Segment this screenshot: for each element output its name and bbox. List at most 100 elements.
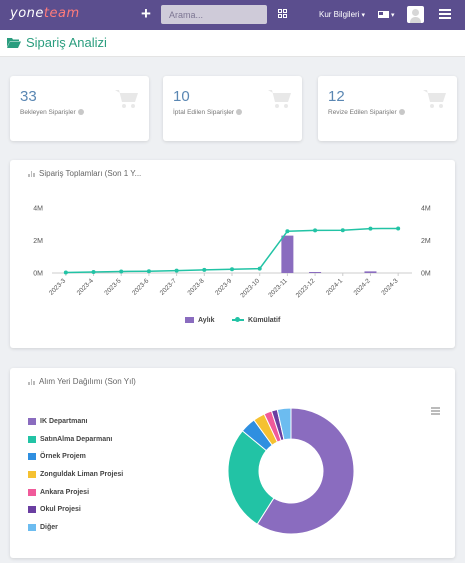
- y-tick-right: 2M: [421, 238, 431, 245]
- bar-chart-icon: [28, 378, 35, 385]
- y-tick-left: 2M: [33, 238, 43, 245]
- stat-value: 33: [20, 88, 37, 105]
- flag-icon: [378, 11, 389, 19]
- shopping-cart-icon: [268, 90, 291, 108]
- legend-monthly[interactable]: Aylık: [185, 317, 214, 324]
- top-navbar: yoneteam + Kur Bilgileri▾ ▾: [0, 0, 465, 30]
- chevron-down-icon: ▾: [361, 12, 365, 19]
- page-title: Sipariş Analizi: [26, 35, 107, 50]
- pie-legend-item[interactable]: Ankara Projesi: [28, 483, 123, 501]
- legend-label: Ankara Projesi: [40, 488, 90, 496]
- stat-card-cancelled[interactable]: 10 İptal Edilen Siparişler: [163, 76, 302, 141]
- cumulative-point: [119, 269, 124, 274]
- x-tick-label: 2024-3: [380, 277, 400, 297]
- language-selector[interactable]: ▾: [378, 10, 395, 19]
- panel-title: Alım Yeri Dağılımı (Son Yıl): [28, 377, 136, 386]
- y-tick-left: 4M: [33, 206, 43, 213]
- company-menu[interactable]: Kur Bilgileri ▾: [319, 10, 365, 19]
- logo[interactable]: yoneteam: [10, 6, 80, 21]
- folder-open-icon: [7, 38, 21, 48]
- stat-value: 10: [173, 88, 190, 105]
- pie-legend-item[interactable]: Okul Projesi: [28, 501, 123, 519]
- cumulative-point: [396, 226, 401, 231]
- info-icon[interactable]: [77, 109, 84, 116]
- cumulative-point: [202, 267, 207, 272]
- legend-label: Okul Projesi: [40, 506, 81, 514]
- cumulative-point: [63, 270, 68, 275]
- pie-legend-item[interactable]: Örnek Projem: [28, 448, 123, 466]
- pie-legend-item[interactable]: Zonguldak Liman Projesi: [28, 466, 123, 484]
- avatar[interactable]: [407, 6, 424, 23]
- legend-label: Diğer: [40, 523, 58, 531]
- cumulative-point: [91, 270, 96, 275]
- legend-swatch: [28, 418, 36, 426]
- info-icon[interactable]: [236, 109, 243, 116]
- cumulative-point: [340, 228, 345, 233]
- x-tick-label: 2024-2: [353, 277, 373, 297]
- purchase-location-donut: [227, 407, 355, 535]
- legend-swatch: [28, 453, 36, 461]
- chart-menu-icon[interactable]: [431, 407, 440, 415]
- legend-label: Kümülatif: [248, 317, 281, 324]
- logo-text-team: team: [43, 6, 80, 21]
- legend-swatch: [28, 488, 36, 496]
- cumulative-point: [285, 229, 290, 234]
- legend-label: Zonguldak Liman Projesi: [40, 471, 124, 479]
- cumulative-point: [313, 228, 318, 233]
- pie-legend-item[interactable]: SatınAlma Deparmanı: [28, 431, 123, 449]
- x-tick-label: 2024-1: [325, 277, 345, 297]
- pie-legend: IK Departmanı SatınAlma Deparmanı Örnek Pr…: [28, 413, 123, 536]
- stat-label: Bekleyen Siparişler: [20, 109, 84, 116]
- pie-legend-item[interactable]: IK Departmanı: [28, 413, 123, 431]
- stat-label-text: Bekleyen Siparişler: [20, 109, 76, 116]
- stat-card-revised[interactable]: 12 Revize Edilen Siparişler: [318, 76, 457, 141]
- stat-label-text: Revize Edilen Siparişler: [328, 109, 397, 116]
- stat-label: Revize Edilen Siparişler: [328, 109, 405, 116]
- x-tick-label: 2023-8: [186, 277, 206, 297]
- menu-icon[interactable]: [439, 9, 451, 20]
- stat-card-pending[interactable]: 33 Bekleyen Siparişler: [10, 76, 149, 141]
- add-button[interactable]: +: [139, 5, 153, 23]
- shopping-cart-icon: [115, 90, 138, 108]
- cumulative-point: [174, 268, 179, 273]
- logo-text-yone: yone: [10, 6, 44, 21]
- stat-value: 12: [328, 88, 345, 105]
- x-tick-label: 2023-9: [214, 277, 234, 297]
- panel-title-text: Alım Yeri Dağılımı (Son Yıl): [39, 377, 136, 386]
- stat-label-text: İptal Edilen Siparişler: [173, 109, 235, 116]
- bar: [281, 235, 294, 273]
- info-icon[interactable]: [398, 109, 405, 116]
- legend-label: Aylık: [198, 317, 215, 324]
- bar: [309, 272, 322, 273]
- page-header: Sipariş Analizi: [0, 30, 465, 57]
- grid-icon[interactable]: [278, 9, 288, 19]
- x-tick-label: 2023-3: [48, 277, 68, 297]
- legend-label: Örnek Projem: [40, 453, 86, 461]
- y-tick-right: 0M: [421, 271, 431, 278]
- cumulative-point: [257, 266, 262, 271]
- bar: [364, 271, 377, 273]
- search-input[interactable]: [161, 5, 267, 24]
- cumulative-point: [146, 269, 151, 274]
- cumulative-point: [368, 226, 373, 231]
- legend-label: IK Departmanı: [40, 418, 88, 426]
- legend-swatch: [28, 435, 36, 443]
- legend-swatch: [28, 506, 36, 514]
- x-tick-label: 2023-6: [131, 277, 151, 297]
- legend-label: SatınAlma Deparmanı: [40, 435, 113, 443]
- x-tick-label: 2023-10: [239, 277, 261, 299]
- x-tick-label: 2023-7: [159, 277, 179, 297]
- legend-swatch: [28, 523, 36, 531]
- legend-swatch: [232, 317, 244, 323]
- x-tick-label: 2023-4: [76, 277, 96, 297]
- company-menu-label: Kur Bilgileri: [319, 10, 360, 19]
- y-tick-left: 0M: [33, 271, 43, 278]
- pie-legend-item[interactable]: Diğer: [28, 519, 123, 537]
- x-tick-label: 2023-5: [103, 277, 123, 297]
- cumulative-line: [65, 227, 399, 274]
- legend-cumulative[interactable]: Kümülatif: [232, 317, 280, 324]
- legend-swatch: [28, 471, 36, 479]
- x-tick-label: 2023-11: [267, 277, 289, 299]
- shopping-cart-icon: [423, 90, 446, 108]
- y-tick-right: 4M: [421, 206, 431, 213]
